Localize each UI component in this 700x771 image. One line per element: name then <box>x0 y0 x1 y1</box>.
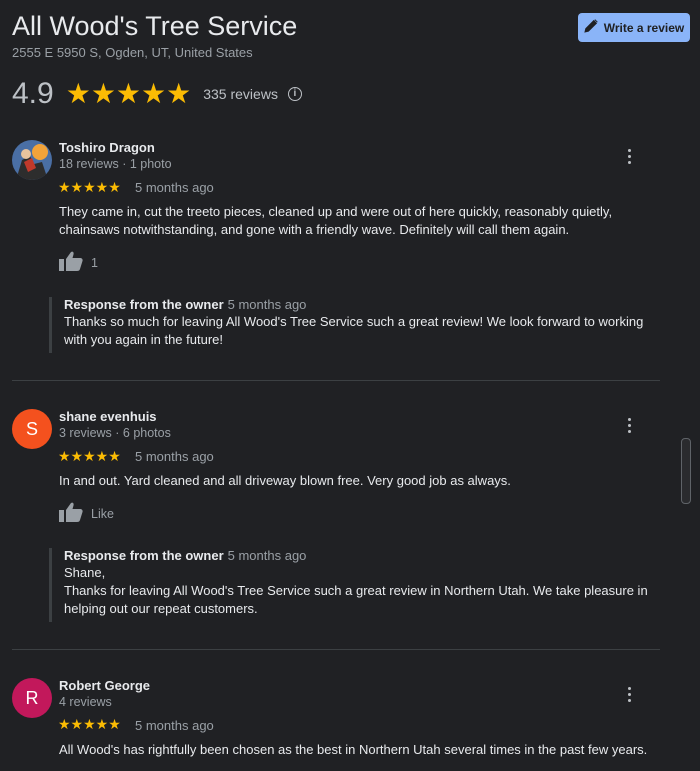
reviewer-name[interactable]: Toshiro Dragon <box>59 140 155 155</box>
review-date: 5 months ago <box>135 449 214 464</box>
owner-response: Response from the owner 5 months ago Shan… <box>49 548 659 622</box>
like-count: 1 <box>91 255 98 270</box>
like-button[interactable]: 1 <box>59 251 98 274</box>
rating-value: 4.9 <box>12 77 54 110</box>
scrollbar[interactable] <box>681 438 691 504</box>
review-text: In and out. Yard cleaned and all drivewa… <box>59 473 511 488</box>
reviewer-meta: 18 reviews · 1 photo <box>59 157 172 171</box>
review-text: All Wood's has rightfully been chosen as… <box>59 742 648 757</box>
business-address: 2555 E 5950 S, Ogden, UT, United States <box>12 45 253 60</box>
review-date: 5 months ago <box>135 180 214 195</box>
pencil-icon <box>584 19 598 36</box>
info-icon[interactable]: i <box>287 87 302 101</box>
avatar-letter: S <box>25 418 38 439</box>
write-review-button[interactable]: Write a review <box>578 13 690 42</box>
response-text: Thanks so much for leaving All Wood's Tr… <box>64 314 644 347</box>
like-label: Like <box>91 506 114 521</box>
review-text: They came in, cut the treeto pieces, cle… <box>59 204 613 237</box>
response-greeting: Shane, <box>64 565 106 580</box>
write-review-label: Write a review <box>603 20 685 35</box>
avatar[interactable] <box>12 140 52 180</box>
response-text: Thanks for leaving All Wood's Tree Servi… <box>64 583 648 616</box>
rating-stars: ★★★★★ <box>65 78 192 109</box>
more-options-icon[interactable] <box>622 684 636 704</box>
reviewer-meta: 3 reviews · 6 photos <box>59 426 171 440</box>
reviewer-meta: 4 reviews <box>59 695 112 709</box>
thumbs-up-icon <box>59 251 83 274</box>
reviewer-name[interactable]: Robert George <box>59 678 150 693</box>
review-stars: ★★★★★ <box>58 448 121 464</box>
response-header: Response from the owner 5 months ago <box>64 548 659 563</box>
response-date: 5 months ago <box>227 297 307 312</box>
more-options-icon[interactable] <box>622 415 636 435</box>
owner-response: Response from the owner 5 months ago Than… <box>49 297 659 353</box>
thumbs-up-icon <box>59 502 83 525</box>
reviewer-name[interactable]: shane evenhuis <box>59 409 157 424</box>
avatar[interactable]: S <box>12 409 52 449</box>
review-stars: ★★★★★ <box>58 179 121 195</box>
business-title: All Wood's Tree Service <box>12 11 298 41</box>
rating-summary: 4.9 ★★★★★ 335 reviews i <box>12 76 302 112</box>
review-count[interactable]: 335 reviews <box>203 86 278 102</box>
response-label: Response from the owner <box>64 548 224 563</box>
response-header: Response from the owner 5 months ago <box>64 297 659 312</box>
like-button[interactable]: Like <box>59 502 114 525</box>
response-date: 5 months ago <box>227 548 307 563</box>
avatar[interactable]: R <box>12 678 52 718</box>
response-label: Response from the owner <box>64 297 224 312</box>
review-date: 5 months ago <box>135 718 214 733</box>
more-options-icon[interactable] <box>622 146 636 166</box>
review-divider <box>12 649 660 650</box>
review-divider <box>12 380 660 381</box>
review-stars: ★★★★★ <box>58 716 121 732</box>
avatar-letter: R <box>25 687 39 708</box>
